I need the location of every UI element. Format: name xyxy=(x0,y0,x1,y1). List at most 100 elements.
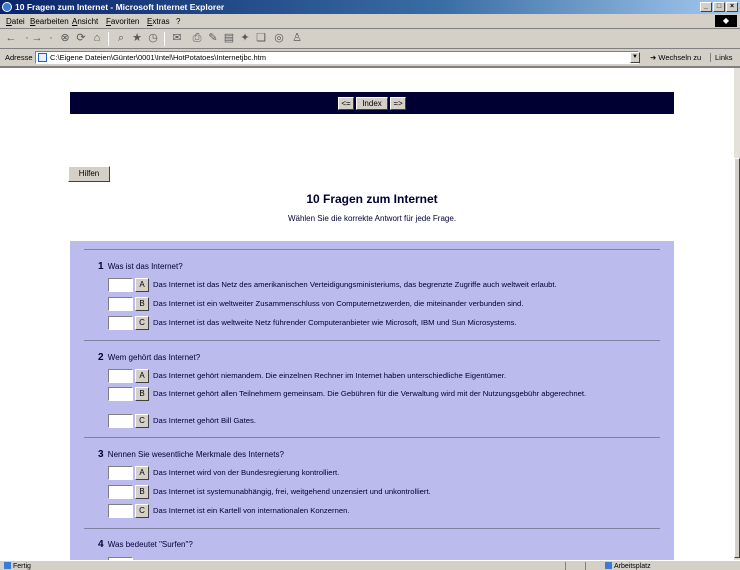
print-icon[interactable]: ⎙ xyxy=(190,32,204,45)
address-label: Adresse xyxy=(5,53,33,62)
answer-feedback-box xyxy=(108,297,133,311)
answer-text: Das Internet gehört Bill Gates. xyxy=(153,416,256,425)
answer-text: Das Internet ist systemunabhängig, frei,… xyxy=(153,487,431,496)
answer-text: Das Internet ist ein weltweiter Zusammen… xyxy=(153,299,524,308)
minimize-button[interactable]: _ xyxy=(700,2,712,12)
page-done-icon xyxy=(4,562,11,569)
question-number: 1 xyxy=(98,261,104,272)
research-icon[interactable]: ❏ xyxy=(254,32,268,45)
question-panel: 1 Was ist das Internet? A Das Internet i… xyxy=(70,241,674,560)
question-3: 3 Nennen Sie wesentliche Merkmale des In… xyxy=(98,449,284,460)
next-button[interactable]: => xyxy=(390,97,406,110)
answer-text: Das Internet gehört allen Teilnehmern ge… xyxy=(153,389,587,398)
address-input[interactable]: C:\Eigene Dateien\Günter\0001\Intel\HotP… xyxy=(35,51,639,64)
maximize-button[interactable]: □ xyxy=(713,2,725,12)
status-text: Fertig xyxy=(13,563,31,570)
answer-button-b[interactable]: B xyxy=(135,297,149,311)
answer-feedback-box xyxy=(108,278,133,292)
close-button[interactable]: × xyxy=(726,2,738,12)
toolbar-separator xyxy=(108,32,109,46)
home-icon[interactable]: ⌂ xyxy=(90,32,104,45)
divider xyxy=(84,437,660,438)
security-zone: Arbeitsplatz xyxy=(605,562,651,570)
answer-button-c[interactable]: C xyxy=(135,504,149,518)
stop-icon[interactable]: ⊗ xyxy=(58,32,72,45)
answer-text: Das Internet ist das Netz des amerikanis… xyxy=(153,280,557,289)
question-number: 3 xyxy=(98,449,104,460)
address-bar: Adresse C:\Eigene Dateien\Günter\0001\In… xyxy=(0,50,740,65)
messenger-icon[interactable]: ✦ xyxy=(238,32,252,45)
mail-icon[interactable]: ✉ xyxy=(170,32,184,45)
answer-button-b[interactable]: B xyxy=(135,485,149,499)
page-title: 10 Fragen zum Internet xyxy=(306,192,438,206)
address-url: C:\Eigene Dateien\Günter\0001\Intel\HotP… xyxy=(50,53,266,62)
question-text: Was ist das Internet? xyxy=(107,262,183,271)
page-subtitle: Wählen Sie die korrekte Antwort für jede… xyxy=(287,214,457,223)
go-label: Wechseln zu xyxy=(658,53,702,62)
status-bar: Fertig Arbeitsplatz xyxy=(0,560,740,570)
question-text: Nennen Sie wesentliche Merkmale des Inte… xyxy=(107,450,284,459)
favorites-icon[interactable]: ★ xyxy=(130,32,144,45)
status-separator xyxy=(565,562,566,570)
question-1: 1 Was ist das Internet? xyxy=(98,261,183,272)
question-4: 4 Was bedeutet "Surfen"? xyxy=(98,539,193,550)
computer-icon xyxy=(605,562,612,569)
speech-icon[interactable]: ◎ xyxy=(272,32,286,45)
scrollbar-thumb[interactable] xyxy=(734,158,740,558)
answer-text: Das Internet wird von der Bundesregierun… xyxy=(153,468,340,477)
answer-text: Das Internet ist ein Kartell von interna… xyxy=(153,506,350,515)
index-button[interactable]: Index xyxy=(356,97,388,110)
menu-extras[interactable]: Extras xyxy=(147,17,170,26)
menu-datei[interactable]: Datei xyxy=(6,17,25,26)
vertical-scrollbar[interactable] xyxy=(734,68,740,560)
question-text: Wem gehört das Internet? xyxy=(107,353,201,362)
menu-help[interactable]: ? xyxy=(176,17,180,26)
edit-icon[interactable]: ✎ xyxy=(206,32,220,45)
answer-feedback-box xyxy=(108,504,133,518)
question-number: 2 xyxy=(98,352,104,363)
answer-text: Das Internet ist das weltweite Netz führ… xyxy=(153,318,517,327)
status-separator xyxy=(585,562,586,570)
answer-button-c[interactable]: C xyxy=(135,316,149,330)
prev-button[interactable]: <= xyxy=(338,97,354,110)
people-icon[interactable]: ♙ xyxy=(290,32,304,45)
answer-button-a[interactable]: A xyxy=(135,369,149,383)
toolbar: ← · → · ⊗ ⟳ ⌂ ⌕ ★ ◷ ✉ ⎙ ✎ ▤ ✦ ❏ ◎ ♙ xyxy=(0,29,740,49)
answer-button-b[interactable]: B xyxy=(135,387,149,401)
forward-dropdown-icon[interactable]: · xyxy=(44,32,58,45)
answer-feedback-box xyxy=(108,369,133,383)
answer-feedback-box xyxy=(108,316,133,330)
windows-logo-icon: ◆ xyxy=(715,15,737,27)
status-text-container: Fertig xyxy=(4,562,31,570)
answer-feedback-box xyxy=(108,466,133,480)
go-button[interactable]: ➜ Wechseln zu xyxy=(650,53,701,62)
hint-button[interactable]: Hilfen xyxy=(68,166,110,182)
answer-feedback-box xyxy=(108,414,133,428)
search-icon[interactable]: ⌕ xyxy=(114,32,128,45)
answer-button-c[interactable]: C xyxy=(135,414,149,428)
answer-feedback-box xyxy=(108,485,133,499)
menu-ansicht[interactable]: Ansicht xyxy=(72,17,98,26)
history-icon[interactable]: ◷ xyxy=(146,32,160,45)
discuss-icon[interactable]: ▤ xyxy=(222,32,236,45)
menu-bearbeiten[interactable]: Bearbeiten xyxy=(30,17,69,26)
internet-explorer-icon xyxy=(2,2,12,12)
question-number: 4 xyxy=(98,539,104,550)
divider xyxy=(84,528,660,529)
forward-icon[interactable]: → xyxy=(30,32,44,45)
answer-button-a[interactable]: A xyxy=(135,278,149,292)
answer-text: Das Internet gehört niemandem. Die einze… xyxy=(153,371,506,380)
divider xyxy=(84,249,660,250)
menu-favoriten[interactable]: Favoriten xyxy=(106,17,139,26)
answer-button-a[interactable]: A xyxy=(135,466,149,480)
page-icon xyxy=(38,53,47,62)
address-dropdown-icon[interactable]: ▼ xyxy=(630,52,640,63)
refresh-icon[interactable]: ⟳ xyxy=(74,32,88,45)
back-icon[interactable]: ← xyxy=(4,32,18,45)
toolbar-separator xyxy=(164,32,165,46)
links-button[interactable]: Links xyxy=(710,53,733,62)
quiz-navbar: <= Index => xyxy=(70,92,674,114)
answer-feedback-box xyxy=(108,387,133,401)
title-bar: 10 Fragen zum Internet - Microsoft Inter… xyxy=(0,0,740,14)
menu-bar: Datei Bearbeiten Ansicht Favoriten Extra… xyxy=(0,14,740,29)
